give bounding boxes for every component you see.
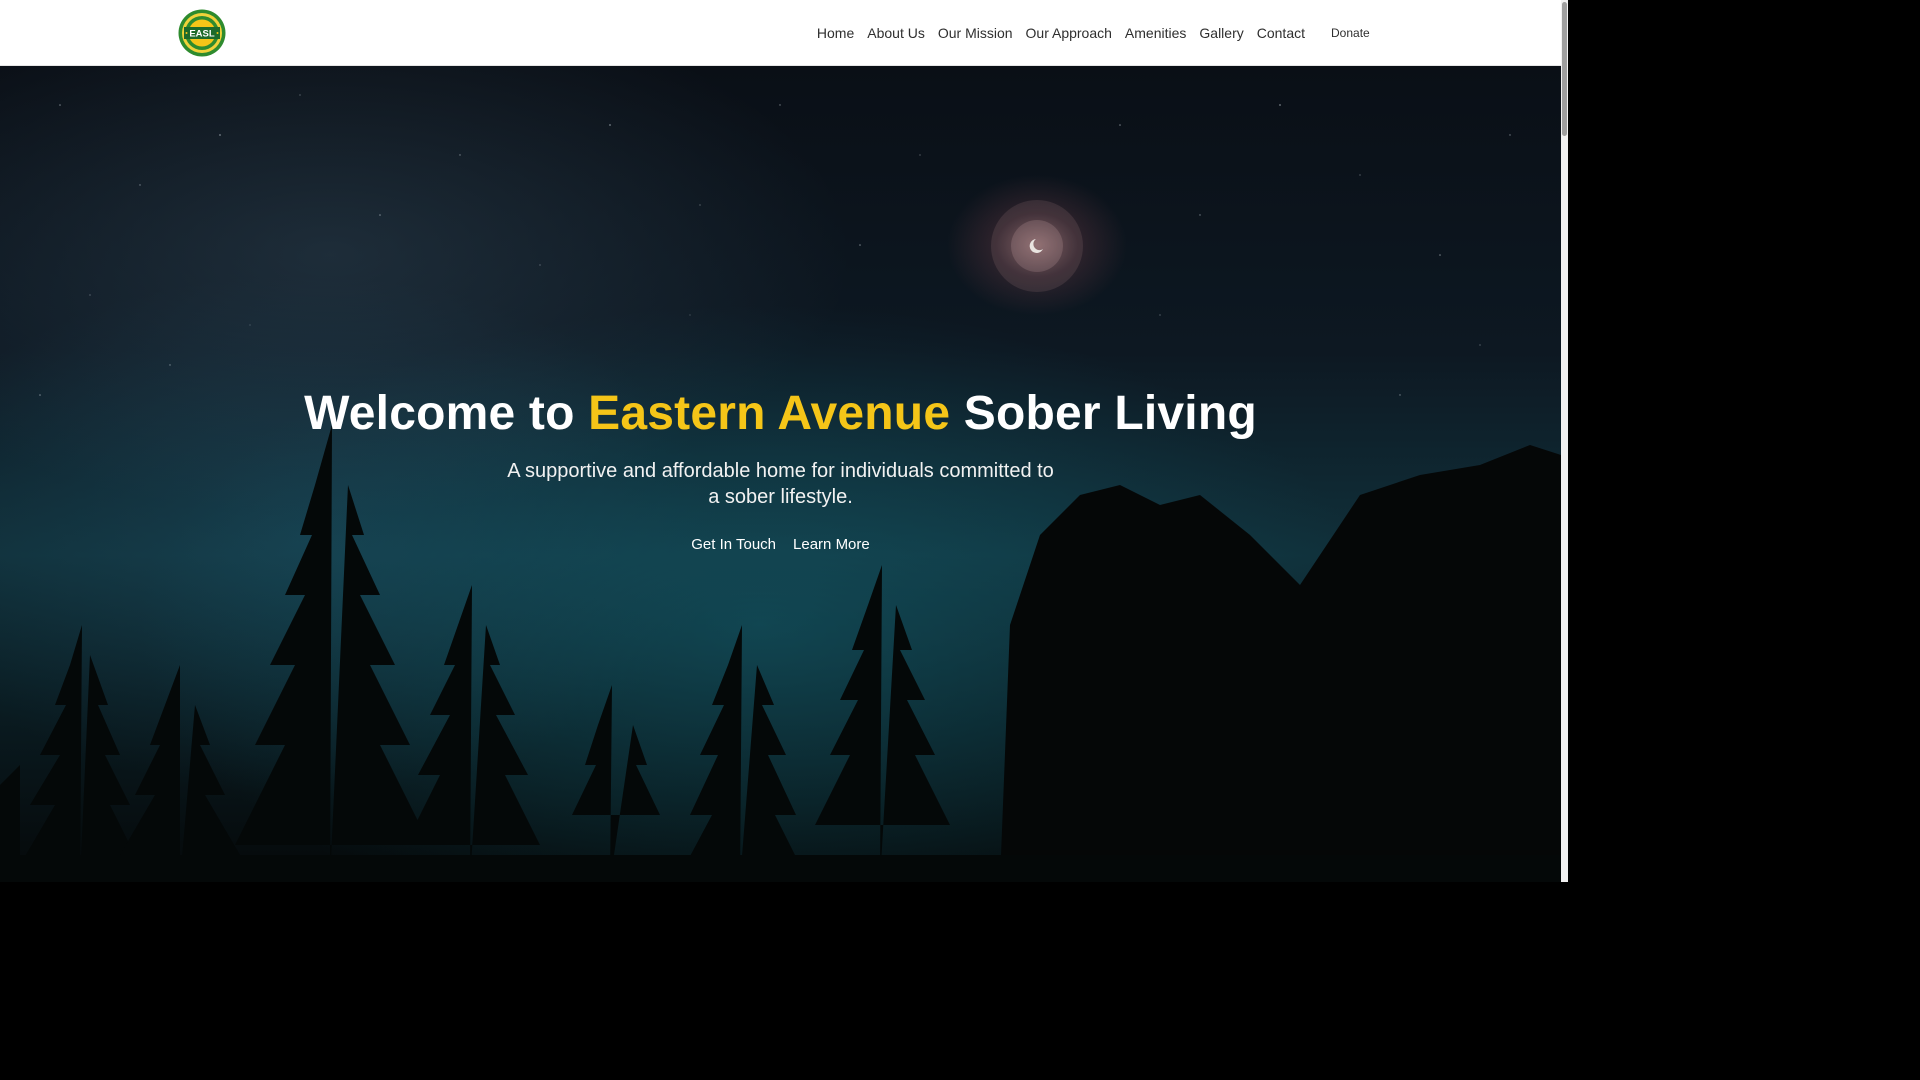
hero-title-suffix: Sober Living (950, 387, 1257, 440)
get-in-touch-button[interactable]: Get In Touch (691, 536, 776, 553)
nav-gallery[interactable]: Gallery (1199, 25, 1243, 41)
hero-content: Welcome to Eastern Avenue Sober Living A… (0, 380, 1561, 553)
nav-home[interactable]: Home (817, 25, 854, 41)
hero-title: Welcome to Eastern Avenue Sober Living (0, 380, 1561, 448)
nav-contact[interactable]: Contact (1257, 25, 1305, 41)
main-nav: Home About Us Our Mission Our Approach A… (817, 0, 1305, 65)
logo-text: EASL (189, 29, 215, 40)
scrollbar-thumb[interactable] (1562, 2, 1567, 136)
easl-logo[interactable]: EASL (178, 9, 226, 57)
nav-about-us[interactable]: About Us (867, 25, 925, 41)
hero-title-prefix: Welcome to (304, 387, 589, 440)
nav-our-approach[interactable]: Our Approach (1026, 25, 1112, 41)
hero-section: Welcome to Eastern Avenue Sober Living A… (0, 65, 1561, 882)
nav-our-mission[interactable]: Our Mission (938, 25, 1013, 41)
site-header: EASL Home About Us Our Mission Our Appro… (0, 0, 1561, 66)
nav-amenities[interactable]: Amenities (1125, 25, 1186, 41)
hero-title-accent: Eastern Avenue (588, 387, 951, 440)
page: EASL Home About Us Our Mission Our Appro… (0, 0, 1568, 882)
hero-subtitle: A supportive and affordable home for ind… (507, 460, 1054, 508)
learn-more-button[interactable]: Learn More (793, 536, 870, 553)
page-scrollbar[interactable] (1561, 0, 1568, 882)
donate-button[interactable]: Donate (1331, 0, 1370, 65)
hero-cta-group: Get In Touch Learn More (0, 536, 1561, 553)
